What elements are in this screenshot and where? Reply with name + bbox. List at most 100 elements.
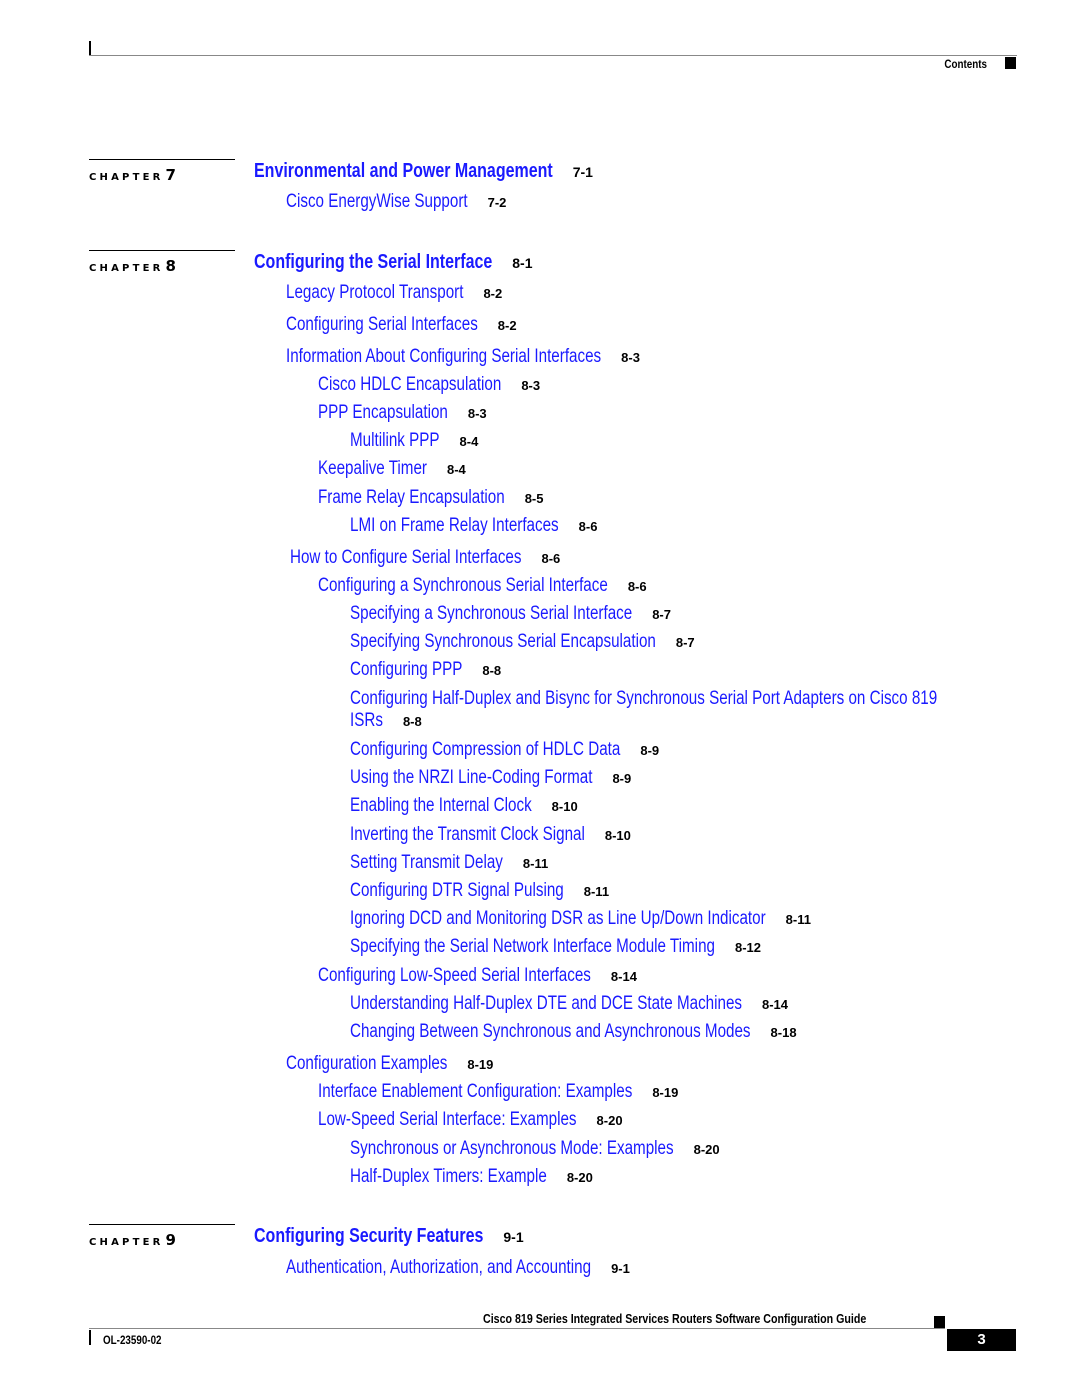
page-ref[interactable]: 8-7	[676, 636, 695, 649]
toc-entry-title[interactable]: Understanding Half-Duplex DTE and DCE St…	[350, 994, 742, 1013]
toc-entry-title[interactable]: Configuring Compression of HDLC Data	[350, 740, 620, 759]
page-ref[interactable]: 8-1	[512, 256, 532, 270]
toc-entry-title[interactable]: Authentication, Authorization, and Accou…	[286, 1258, 591, 1277]
toc-entry[interactable]: Configuring a Synchronous Serial Interfa…	[318, 576, 680, 595]
toc-entry-title[interactable]: Configuring Serial Interfaces	[286, 315, 478, 334]
toc-entry[interactable]: Enabling the Internal Clock 8-10	[350, 796, 578, 815]
toc-entry-title[interactable]: Multilink PPP	[350, 431, 440, 450]
page-ref[interactable]: 8-3	[521, 379, 540, 392]
toc-entry[interactable]: Keepalive Timer 8-4	[318, 459, 466, 478]
toc-entry[interactable]: Authentication, Authorization, and Accou…	[286, 1258, 667, 1277]
page-ref[interactable]: 8-6	[542, 552, 561, 565]
toc-entry[interactable]: LMI on Frame Relay Interfaces 8-6	[350, 516, 611, 535]
page-ref[interactable]: 7-2	[488, 196, 507, 209]
toc-entry[interactable]: Information About Configuring Serial Int…	[286, 347, 680, 366]
toc-entry[interactable]: Legacy Protocol Transport 8-2	[286, 283, 508, 302]
toc-entry-title[interactable]: Frame Relay Encapsulation	[318, 488, 505, 507]
toc-entry-title[interactable]: Configuring Low-Speed Serial Interfaces	[318, 966, 591, 985]
page-ref[interactable]: 8-6	[628, 580, 647, 593]
toc-entry[interactable]: Changing Between Synchronous and Asynchr…	[350, 1022, 851, 1041]
toc-entry[interactable]: Low-Speed Serial Interface: Examples 8-20	[318, 1110, 641, 1129]
page-ref[interactable]: 9-1	[611, 1262, 630, 1275]
toc-entry-title[interactable]: Half-Duplex Timers: Example	[350, 1167, 547, 1186]
chapter-title-link-title[interactable]: Configuring the Serial Interface	[254, 252, 492, 272]
toc-entry[interactable]: Half-Duplex Timers: Example 8-20	[350, 1167, 596, 1186]
toc-entry[interactable]: Configuring Compression of HDLC Data 8-9	[350, 740, 688, 759]
toc-entry-title[interactable]: Configuring PPP	[350, 660, 462, 679]
toc-entry-title[interactable]: Configuration Examples	[286, 1054, 447, 1073]
page-ref[interactable]: 8-4	[447, 463, 466, 476]
toc-entry-title[interactable]: Configuring Half-Duplex and Bisync for S…	[350, 689, 937, 708]
page-ref[interactable]: 8-14	[762, 998, 788, 1011]
toc-entry[interactable]: Cisco HDLC Encapsulation 8-3	[318, 375, 547, 394]
page-ref[interactable]: 8-3	[468, 407, 487, 420]
page-ref[interactable]: 8-19	[467, 1058, 493, 1071]
page-ref[interactable]: 8-4	[460, 435, 479, 448]
toc-entry[interactable]: Specifying Synchronous Serial Encapsulat…	[350, 632, 732, 651]
toc-entry[interactable]: Configuration Examples 8-19	[286, 1054, 493, 1073]
toc-entry-title[interactable]: Specifying Synchronous Serial Encapsulat…	[350, 632, 656, 651]
toc-entry[interactable]: Cisco EnergyWise Support 7-2	[286, 192, 513, 211]
page-ref[interactable]: 8-20	[597, 1114, 623, 1127]
toc-entry-title[interactable]: Setting Transmit Delay	[350, 853, 503, 872]
toc-entry-title[interactable]: Using the NRZI Line-Coding Format	[350, 768, 592, 787]
page-ref[interactable]: 8-8	[482, 664, 501, 677]
toc-entry[interactable]: Configuring Low-Speed Serial Interfaces 8…	[318, 966, 659, 985]
toc-entry-title[interactable]: Specifying a Synchronous Serial Interfac…	[350, 604, 632, 623]
toc-entry-title[interactable]: Information About Configuring Serial Int…	[286, 347, 601, 366]
chapter-title-link-title[interactable]: Configuring Security Features	[254, 1226, 483, 1246]
toc-entry[interactable]: Specifying a Synchronous Serial Interfac…	[350, 604, 703, 623]
toc-entry[interactable]: Configuring PPP 8-8	[350, 660, 501, 679]
toc-entry[interactable]: Interface Enablement Configuration: Exam…	[318, 1082, 711, 1101]
chapter-title-link-title[interactable]: Environmental and Power Management	[254, 161, 553, 181]
page-ref[interactable]: 8-6	[579, 520, 598, 533]
toc-entry-title[interactable]: Low-Speed Serial Interface: Examples	[318, 1110, 577, 1129]
toc-entry-title[interactable]: How to Configure Serial Interfaces	[290, 548, 522, 567]
page-ref[interactable]: 8-18	[771, 1026, 797, 1039]
toc-entry-title[interactable]: Changing Between Synchronous and Asynchr…	[350, 1022, 751, 1041]
toc-entry[interactable]: Using the NRZI Line-Coding Format 8-9	[350, 768, 653, 787]
page-ref[interactable]: 8-7	[652, 608, 671, 621]
toc-entry-title[interactable]: Specifying the Serial Network Interface …	[350, 937, 715, 956]
toc-entry[interactable]: Multilink PPP 8-4	[350, 431, 478, 450]
toc-entry-title[interactable]: Enabling the Internal Clock	[350, 796, 532, 815]
page-ref[interactable]: 8-5	[525, 492, 544, 505]
toc-entry-title[interactable]: Cisco EnergyWise Support	[286, 192, 468, 211]
toc-entry-title[interactable]: Legacy Protocol Transport	[286, 283, 463, 302]
toc-entry-title[interactable]: PPP Encapsulation	[318, 403, 448, 422]
page-ref[interactable]: 8-11	[786, 913, 811, 926]
page-ref[interactable]: 9-1	[503, 1230, 523, 1244]
toc-entry[interactable]: Ignoring DCD and Monitoring DSR as Line …	[350, 909, 870, 928]
page-ref[interactable]: 8-2	[483, 287, 502, 300]
chapter-title-link[interactable]: Environmental and Power Management 7-1	[254, 161, 627, 181]
page-ref[interactable]: 8-14	[611, 970, 637, 983]
page-ref[interactable]: 8-11	[584, 885, 609, 898]
toc-entry-title[interactable]: Keepalive Timer	[318, 459, 427, 478]
chapter-title-link[interactable]: Configuring the Serial Interface 8-1	[254, 252, 552, 272]
toc-entry[interactable]: Configuring Serial Interfaces 8-2	[286, 315, 526, 334]
toc-entry-continued[interactable]: ISRs 8-8	[350, 711, 422, 730]
toc-entry[interactable]: How to Configure Serial Interfaces 8-6	[290, 548, 579, 567]
toc-entry[interactable]: Specifying the Serial Network Interface …	[350, 937, 806, 956]
page-ref[interactable]: 8-19	[652, 1086, 678, 1099]
toc-entry-title[interactable]: Synchronous or Asynchronous Mode: Exampl…	[350, 1139, 674, 1158]
toc-entry[interactable]: Configuring Half-Duplex and Bisync for S…	[350, 689, 1080, 708]
toc-entry[interactable]: Frame Relay Encapsulation 8-5	[318, 488, 551, 507]
page-ref[interactable]: 8-10	[552, 800, 578, 813]
toc-entry-title[interactable]: Interface Enablement Configuration: Exam…	[318, 1082, 632, 1101]
page-ref[interactable]: 8-9	[640, 744, 659, 757]
page-ref[interactable]: 8-3	[621, 351, 640, 364]
toc-entry[interactable]: PPP Encapsulation 8-3	[318, 403, 487, 422]
page-ref[interactable]: 8-11	[523, 857, 548, 870]
page-ref[interactable]: 8-9	[612, 772, 631, 785]
toc-entry[interactable]: Setting Transmit Delay 8-11	[350, 853, 548, 872]
page-ref[interactable]: 7-1	[573, 165, 593, 179]
toc-entry-title[interactable]: Ignoring DCD and Monitoring DSR as Line …	[350, 909, 766, 928]
page-ref[interactable]: 8-20	[567, 1171, 593, 1184]
toc-entry[interactable]: Inverting the Transmit Clock Signal 8-10	[350, 825, 644, 844]
toc-entry-title[interactable]: Configuring DTR Signal Pulsing	[350, 881, 564, 900]
toc-entry[interactable]: Understanding Half-Duplex DTE and DCE St…	[350, 994, 840, 1013]
toc-entry[interactable]: Synchronous or Asynchronous Mode: Exampl…	[350, 1139, 755, 1158]
page-ref[interactable]: 8-8	[403, 715, 422, 728]
page-ref[interactable]: 8-20	[694, 1143, 720, 1156]
